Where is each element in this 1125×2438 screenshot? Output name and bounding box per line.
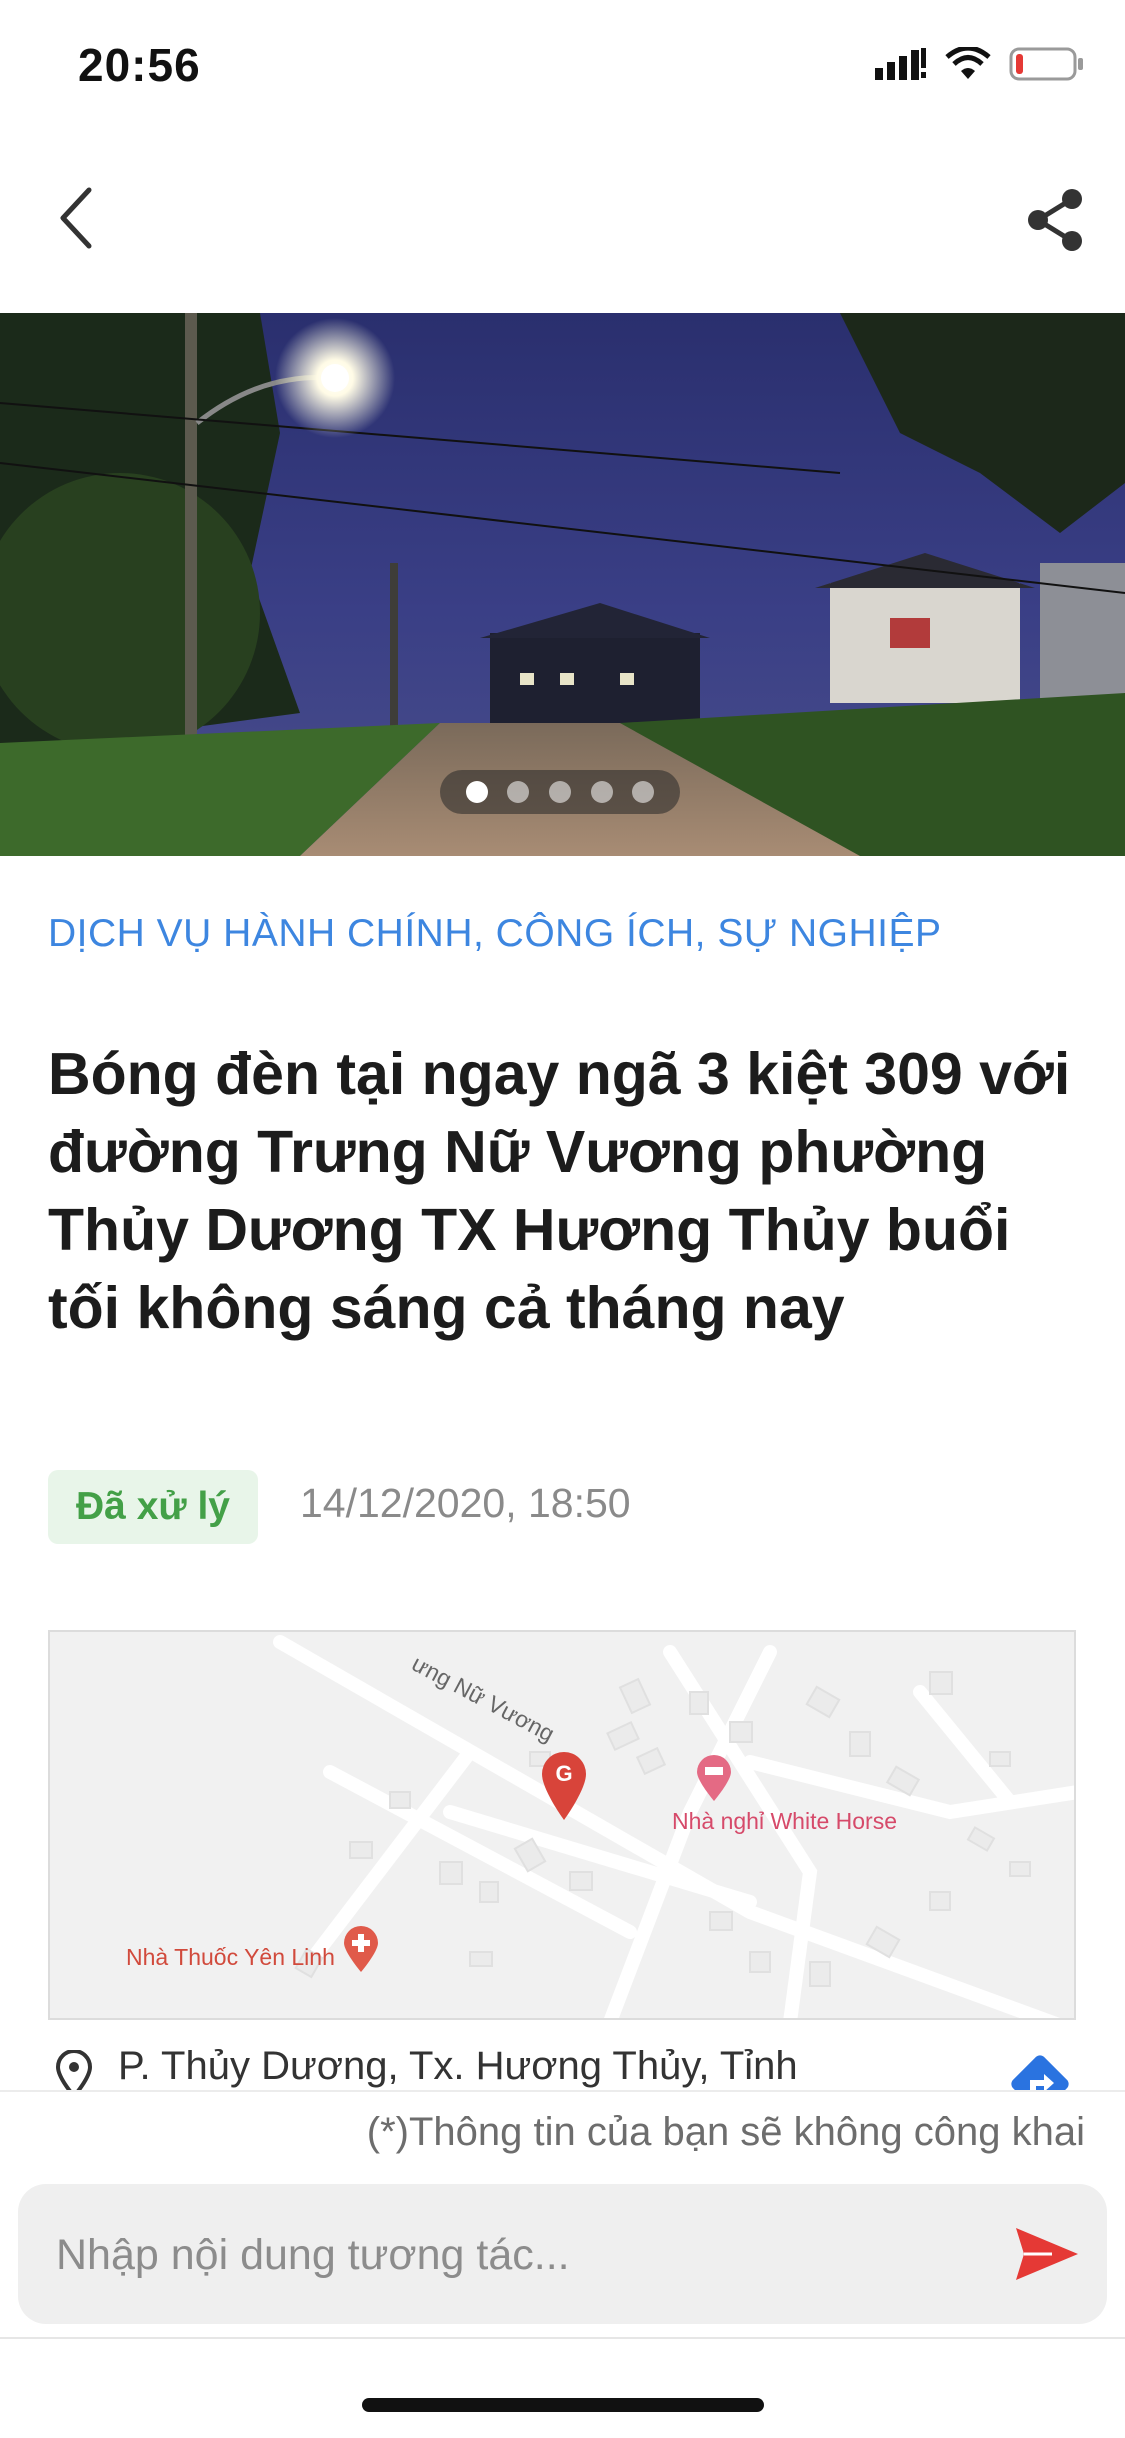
carousel-dot[interactable] bbox=[507, 781, 530, 803]
map-marker-icon[interactable]: G bbox=[538, 1750, 590, 1822]
carousel-indicator[interactable] bbox=[440, 770, 680, 814]
status-icons bbox=[875, 46, 1085, 82]
hero-image-carousel[interactable] bbox=[0, 313, 1125, 856]
back-chevron-icon bbox=[60, 187, 92, 248]
carousel-dot[interactable] bbox=[632, 781, 655, 803]
map-marker-letter: G bbox=[555, 1761, 572, 1786]
map-poi-hotel[interactable]: Nhà nghỉ White Horse bbox=[672, 1808, 897, 1835]
article-category: DỊCH VỤ HÀNH CHÍNH, CÔNG ÍCH, SỰ NGHIỆP bbox=[48, 912, 942, 955]
message-input[interactable] bbox=[54, 2184, 998, 2326]
status-bar: 20:56 bbox=[0, 0, 1125, 140]
address-text: P. Thủy Dương, Tx. Hương Thủy, Tỉnh bbox=[118, 2044, 798, 2088]
hotel-poi-icon[interactable] bbox=[695, 1755, 733, 1803]
privacy-note: (*)Thông tin của bạn sẽ không công khai bbox=[366, 2110, 1085, 2154]
send-icon bbox=[1016, 2228, 1078, 2280]
location-map[interactable]: ưng Nữ Vương G Nhà nghỉ White Horse Nhà … bbox=[48, 1630, 1076, 2020]
map-poi-pharmacy[interactable]: Nhà Thuốc Yên Linh bbox=[126, 1944, 335, 1971]
status-time: 20:56 bbox=[78, 39, 201, 91]
carousel-dot[interactable] bbox=[590, 781, 613, 803]
carousel-dot[interactable] bbox=[465, 781, 488, 803]
pharmacy-poi-icon[interactable] bbox=[342, 1926, 380, 1974]
article-datetime: 14/12/2020, 18:50 bbox=[300, 1480, 631, 1526]
back-button[interactable] bbox=[40, 180, 110, 255]
bottom-divider bbox=[0, 2337, 1125, 2339]
article-title: Bóng đèn tại ngay ngã 3 kiệt 309 với đườ… bbox=[48, 1041, 1071, 1341]
battery-icon bbox=[1009, 47, 1083, 81]
carousel-dot[interactable] bbox=[548, 781, 571, 803]
share-icon bbox=[1028, 189, 1082, 251]
cellular-signal-icon bbox=[875, 48, 926, 80]
directions-icon[interactable] bbox=[1008, 2052, 1072, 2090]
status-badge: Đã xử lý bbox=[48, 1470, 258, 1544]
nav-bar bbox=[0, 140, 1125, 290]
share-button[interactable] bbox=[1015, 180, 1095, 260]
compose-area: (*)Thông tin của bạn sẽ không công khai bbox=[0, 2090, 1125, 2438]
wifi-icon bbox=[945, 47, 991, 79]
send-button[interactable] bbox=[1007, 2214, 1087, 2294]
address-row[interactable]: P. Thủy Dương, Tx. Hương Thủy, Tỉnh bbox=[48, 2044, 1078, 2090]
location-pin-icon bbox=[55, 2050, 93, 2090]
home-indicator[interactable] bbox=[362, 2398, 764, 2412]
message-input-container[interactable] bbox=[18, 2184, 1107, 2326]
